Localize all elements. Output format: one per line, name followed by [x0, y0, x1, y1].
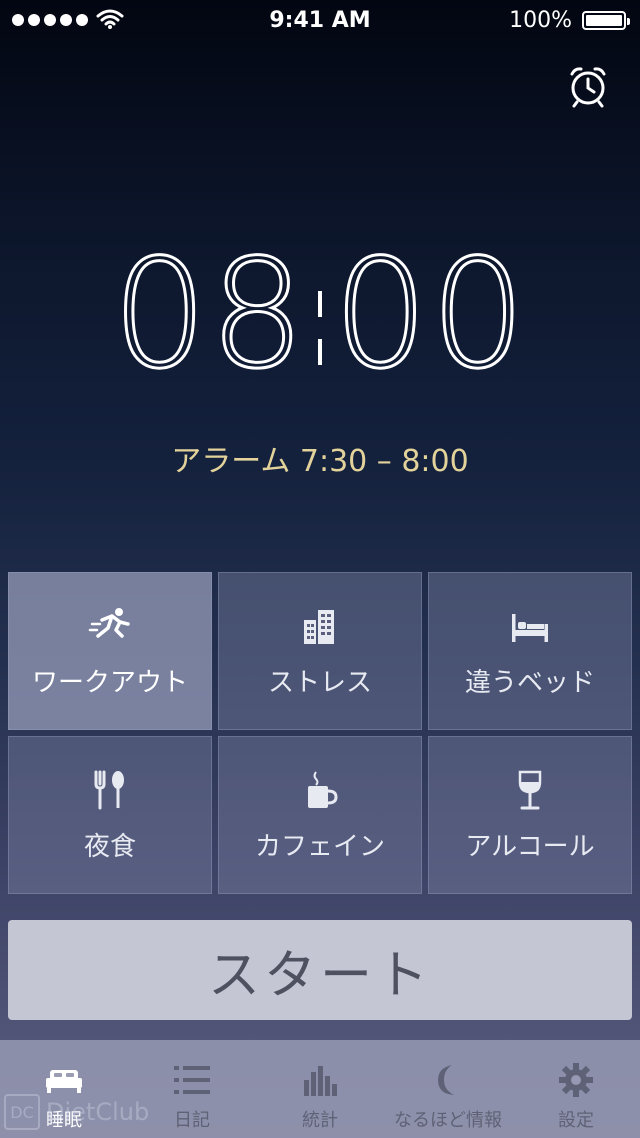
watermark-logo: DC: [4, 1094, 40, 1130]
alarm-clock-icon[interactable]: [564, 62, 612, 110]
factor-label: ワークアウト: [31, 667, 188, 698]
factor-late-meal-button[interactable]: 夜食: [8, 736, 212, 894]
factor-caffeine-button[interactable]: カフェイン: [218, 736, 422, 894]
factor-stress-button[interactable]: ストレス: [218, 572, 422, 730]
factor-label: 違うベッド: [464, 667, 595, 698]
wake-time-minutes: 00: [332, 228, 528, 402]
status-bar: 9:41 AM 100%: [0, 0, 640, 40]
factor-label: 夜食: [83, 831, 136, 862]
tab-label: なるほど情報: [394, 1110, 502, 1131]
time-colon: [313, 255, 327, 375]
list-icon: [174, 1066, 210, 1094]
sleep-factors-grid: ワークアウト ストレス 違うベッド 夜食 カフェイン アルコール: [8, 572, 632, 894]
wake-time-display[interactable]: 08 00: [0, 228, 640, 402]
battery-percent: 100%: [509, 8, 572, 33]
bed-icon: [46, 1070, 82, 1093]
factor-label: アルコール: [465, 831, 595, 862]
fork-spoon-icon: [94, 770, 124, 809]
tab-label: 統計: [302, 1110, 338, 1131]
wine-glass-icon: [518, 770, 542, 809]
moon-icon: [438, 1065, 454, 1095]
tab-insights[interactable]: なるほど情報: [384, 1040, 512, 1138]
bar-chart-icon: [304, 1066, 337, 1096]
factor-different-bed-button[interactable]: 違うベッド: [428, 572, 632, 730]
factor-label: カフェイン: [254, 831, 385, 862]
factor-label: ストレス: [267, 667, 372, 698]
bed-icon: [512, 613, 548, 642]
coffee-cup-icon: [308, 770, 338, 808]
factor-workout-button[interactable]: ワークアウト: [8, 572, 212, 730]
buildings-icon: [304, 609, 334, 644]
tab-settings[interactable]: 設定: [512, 1040, 640, 1138]
tab-label: 設定: [558, 1110, 594, 1131]
battery-icon: [582, 11, 630, 30]
start-button[interactable]: スタート: [8, 920, 632, 1020]
running-icon: [88, 607, 130, 638]
watermark: DC DietClub: [4, 1094, 149, 1130]
wake-time-hours: 08: [111, 228, 307, 402]
gear-icon: [559, 1063, 593, 1097]
factor-alcohol-button[interactable]: アルコール: [428, 736, 632, 894]
tab-label: 日記: [174, 1110, 210, 1131]
tab-statistics[interactable]: 統計: [256, 1040, 384, 1138]
sleep-app-screen: 9:41 AM 100% 08 00 アラーム 7:30 – 8:00 ワークア…: [0, 0, 640, 1138]
watermark-text: DietClub: [46, 1098, 150, 1126]
alarm-range-label: アラーム 7:30 – 8:00: [171, 444, 469, 479]
